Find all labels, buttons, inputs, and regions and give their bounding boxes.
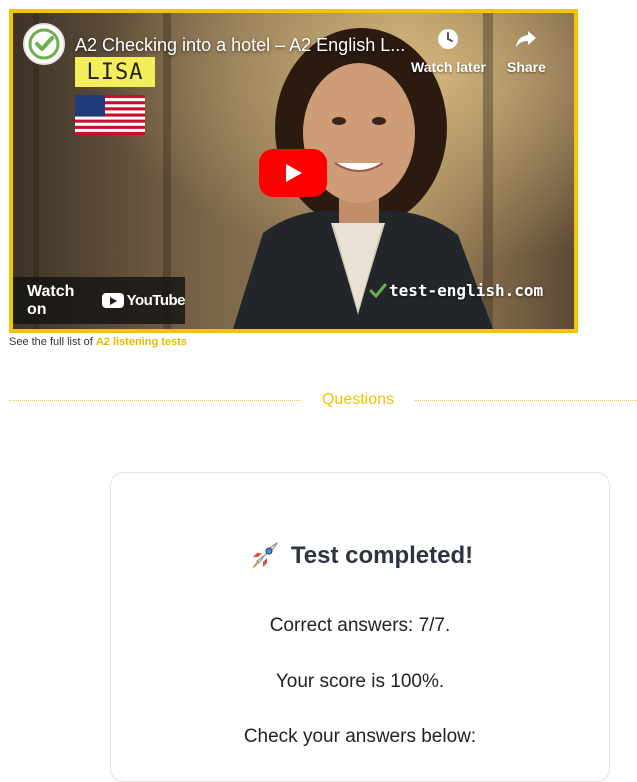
divider-line-right [415,400,637,401]
youtube-logo: YouTube [101,292,186,309]
caption-prefix: See the full list of [9,336,96,348]
share-label: Share [507,59,546,75]
youtube-label: YouTube [126,292,186,309]
check-answers-text: Check your answers below: [243,726,477,747]
a2-listening-tests-link[interactable]: A2 listening tests [96,336,187,348]
watch-later-button[interactable]: Watch later [411,25,486,75]
watermark: test-english.com [369,281,543,300]
watch-later-label: Watch later [411,59,486,75]
rocket-icon [250,541,278,569]
score-text: Your score is 100%. [275,671,445,692]
channel-logo-icon[interactable] [23,23,65,65]
us-flag-icon [75,95,145,135]
share-button[interactable]: Share [507,25,546,75]
play-icon [286,164,302,182]
watch-on-label: Watch on [27,282,75,318]
result-card: Test completed! Correct answers: 7/7. Yo… [110,472,610,782]
watermark-text: test-english.com [389,281,544,300]
video-player[interactable]: A2 Checking into a hotel – A2 English L.… [9,9,578,333]
video-title[interactable]: A2 Checking into a hotel – A2 English L.… [75,35,405,56]
youtube-play-icon [101,293,124,308]
share-arrow-icon [512,25,540,53]
correct-answers-text: Correct answers: 7/7. [269,615,451,636]
check-icon [369,283,387,298]
watch-on-youtube-button[interactable]: Watch on YouTube [13,277,186,324]
caption: See the full list of A2 listening tests [9,336,187,348]
divider-line-left [9,400,301,401]
name-tag: LISA [75,57,155,87]
result-heading: Test completed! [111,539,609,573]
clock-icon [434,25,462,53]
play-button[interactable] [259,149,327,197]
section-title: Questions [321,391,395,408]
result-title: Test completed! [290,542,474,569]
questions-divider: Questions [9,389,637,411]
